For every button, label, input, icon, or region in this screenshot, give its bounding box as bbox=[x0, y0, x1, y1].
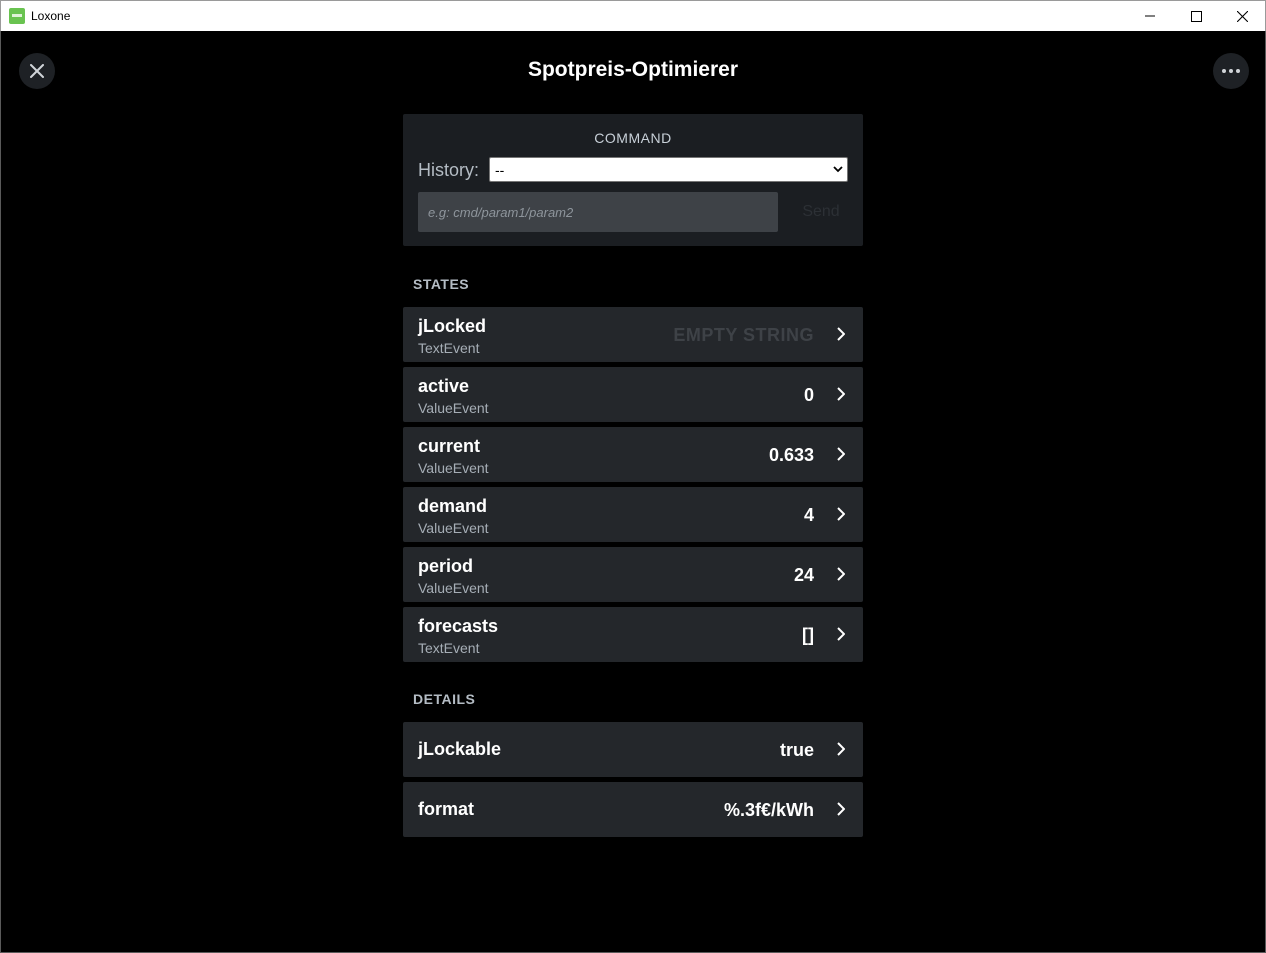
detail-value: true bbox=[779, 740, 814, 760]
state-row-forecasts[interactable]: forecasts TextEvent [] bbox=[403, 607, 863, 662]
detail-name: jLockable bbox=[418, 739, 502, 759]
minimize-button[interactable] bbox=[1127, 1, 1173, 31]
maximize-button[interactable] bbox=[1173, 1, 1219, 31]
detail-value: %.3f€/kWh bbox=[723, 800, 814, 820]
state-value: EMPTY STRING bbox=[673, 325, 814, 345]
state-name: current bbox=[418, 436, 481, 456]
state-name: jLocked bbox=[418, 316, 487, 336]
chevron-right-icon bbox=[837, 742, 845, 756]
send-button[interactable]: Send bbox=[786, 192, 856, 232]
history-selected-value: -- bbox=[495, 161, 505, 178]
state-row-period[interactable]: period ValueEvent 24 bbox=[403, 547, 863, 602]
chevron-right-icon bbox=[837, 327, 845, 341]
chevron-right-icon bbox=[837, 802, 845, 816]
command-card: COMMAND History: -- Send bbox=[403, 114, 863, 246]
history-label: History: bbox=[418, 160, 480, 180]
command-input[interactable] bbox=[418, 192, 778, 232]
state-type: TextEvent bbox=[418, 340, 480, 356]
chevron-right-icon bbox=[837, 627, 845, 641]
chevron-right-icon bbox=[837, 567, 845, 581]
state-row-jlocked[interactable]: jLocked TextEvent EMPTY STRING bbox=[403, 307, 863, 362]
state-type: ValueEvent bbox=[418, 460, 489, 476]
window-title: Loxone bbox=[31, 9, 71, 23]
states-section-label: STATES bbox=[413, 276, 470, 292]
state-value: [] bbox=[802, 625, 814, 645]
detail-row-jlockable[interactable]: jLockable true bbox=[403, 722, 863, 777]
command-header: COMMAND bbox=[594, 130, 672, 146]
state-type: ValueEvent bbox=[418, 580, 489, 596]
close-window-icon bbox=[1236, 10, 1248, 22]
state-value: 0 bbox=[803, 385, 814, 405]
state-name: demand bbox=[418, 496, 488, 516]
window-controls bbox=[1127, 1, 1265, 31]
chevron-right-icon bbox=[837, 507, 845, 521]
state-row-active[interactable]: active ValueEvent 0 bbox=[403, 367, 863, 422]
state-value: 0.633 bbox=[768, 445, 814, 465]
state-value: 24 bbox=[793, 565, 814, 585]
close-window-button[interactable] bbox=[1219, 1, 1265, 31]
detail-name: format bbox=[418, 799, 475, 819]
main-content: Spotpreis-Optimierer COMMAND History: --… bbox=[1, 31, 1265, 952]
state-row-current[interactable]: current ValueEvent 0.633 bbox=[403, 427, 863, 482]
chevron-right-icon bbox=[837, 387, 845, 401]
state-type: TextEvent bbox=[418, 640, 480, 656]
chevron-right-icon bbox=[837, 447, 845, 461]
state-type: ValueEvent bbox=[418, 520, 489, 536]
state-type: ValueEvent bbox=[418, 400, 489, 416]
loxone-logo-icon bbox=[9, 8, 25, 24]
state-name: active bbox=[418, 376, 470, 396]
window-titlebar: Loxone bbox=[0, 0, 1266, 31]
minimize-icon bbox=[1145, 15, 1155, 17]
details-section-label: DETAILS bbox=[413, 691, 476, 707]
state-value: 4 bbox=[803, 505, 814, 525]
page-title: Spotpreis-Optimierer bbox=[527, 58, 739, 81]
chevron-down-icon bbox=[833, 166, 843, 173]
history-select[interactable]: -- bbox=[489, 157, 848, 182]
state-name: forecasts bbox=[418, 616, 499, 636]
more-horizontal-icon bbox=[1222, 69, 1240, 73]
detail-row-format[interactable]: format %.3f€/kWh bbox=[403, 782, 863, 837]
maximize-icon bbox=[1190, 10, 1202, 22]
more-options-button[interactable] bbox=[1213, 53, 1249, 89]
state-row-demand[interactable]: demand ValueEvent 4 bbox=[403, 487, 863, 542]
state-name: period bbox=[418, 556, 474, 576]
